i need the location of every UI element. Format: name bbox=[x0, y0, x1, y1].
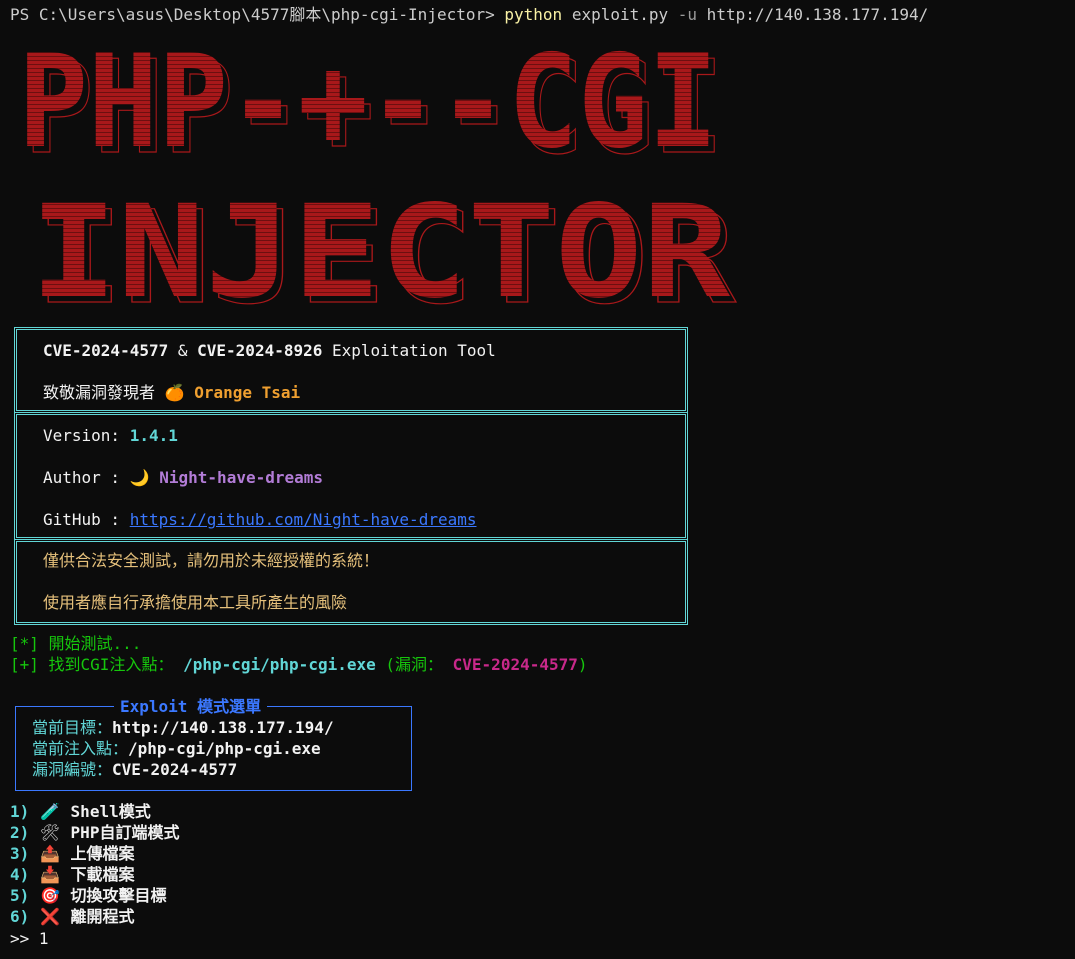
status-start: [*] 開始測試... bbox=[10, 634, 142, 653]
input-value[interactable]: 1 bbox=[39, 929, 49, 948]
shell-prompt: PS C:\Users\asus\Desktop\4577腳本\php-cgi-… bbox=[10, 5, 505, 24]
tools-icon: 🛠 bbox=[39, 823, 61, 842]
inbox-icon: 📥 bbox=[39, 865, 60, 884]
menu-option-download[interactable]: 4) 📥 下載檔案 bbox=[10, 864, 135, 885]
banner-logo: PHP-+--CGI PHP-+--CGI INJECTOR INJECTOR bbox=[18, 40, 738, 315]
command-line: PS C:\Users\asus\Desktop\4577腳本\php-cgi-… bbox=[10, 4, 928, 25]
menu-option-php-custom[interactable]: 2) 🛠 PHP自訂端模式 bbox=[10, 822, 179, 843]
command-flag: -u bbox=[677, 5, 698, 24]
found-path: /php-cgi/php-cgi.exe bbox=[173, 655, 386, 674]
moon-icon: 🌙 bbox=[129, 468, 150, 487]
banner-line1: PHP-+--CGI bbox=[18, 40, 718, 177]
target-icon: 🎯 bbox=[39, 886, 60, 905]
outbox-icon: 📤 bbox=[39, 844, 60, 863]
menu-title: Exploit 模式選單 bbox=[114, 696, 268, 717]
github-line: GitHub : https://github.com/Night-have-d… bbox=[43, 510, 477, 529]
tribute-name: Orange Tsai bbox=[184, 383, 301, 402]
menu-option-switch-target[interactable]: 5) 🎯 切換攻擊目標 bbox=[10, 885, 167, 906]
exploit-menu-panel: Exploit 模式選單 當前目標：http://140.138.177.194… bbox=[15, 696, 412, 791]
menu-option-exit[interactable]: 6) ❌ 離開程式 bbox=[10, 906, 135, 927]
warning-line-2: 使用者應自行承擔使用本工具所產生的風險 bbox=[43, 593, 348, 612]
menu-option-shell[interactable]: 1) 🧪 Shell模式 bbox=[10, 801, 151, 822]
warning-line-1: 僅供合法安全測試，請勿用於未經授權的系統！ bbox=[43, 551, 380, 570]
found-vuln-id: CVE-2024-4577 bbox=[443, 655, 578, 674]
test-tube-icon: 🧪 bbox=[39, 802, 60, 821]
info-box-meta-section: Version: 1.4.1 Author : 🌙 Night-have-dre… bbox=[14, 412, 688, 540]
input-line[interactable]: >> 1 bbox=[10, 928, 49, 949]
menu-vuln-id: 漏洞編號：CVE-2024-4577 bbox=[32, 760, 238, 779]
info-box-warning-section: 僅供合法安全測試，請勿用於未經授權的系統！ 使用者應自行承擔使用本工具所產生的風… bbox=[14, 539, 688, 625]
command-args: exploit.py bbox=[562, 5, 678, 24]
cross-icon: ❌ bbox=[39, 907, 60, 926]
menu-inject-point: 當前注入點：/php-cgi/php-cgi.exe bbox=[32, 739, 321, 758]
info-box-title-section: CVE-2024-4577 & CVE-2024-8926 Exploitati… bbox=[14, 327, 688, 413]
tribute-line: 致敬漏洞發現者 🍊 Orange Tsai bbox=[43, 383, 301, 402]
status-found: [+] 找到CGI注入點： /php-cgi/php-cgi.exe (漏洞： … bbox=[10, 655, 588, 674]
command-name: python bbox=[504, 5, 563, 24]
github-link[interactable]: https://github.com/Night-have-dreams bbox=[130, 510, 477, 529]
command-url: http://140.138.177.194/ bbox=[697, 5, 929, 24]
author-line: Author : 🌙 Night-have-dreams bbox=[43, 468, 324, 487]
tool-title: CVE-2024-4577 & CVE-2024-8926 Exploitati… bbox=[43, 341, 496, 360]
input-prompt: >> bbox=[10, 929, 39, 948]
version-line: Version: 1.4.1 bbox=[43, 426, 178, 445]
version-value: 1.4.1 bbox=[129, 426, 178, 445]
menu-option-upload[interactable]: 3) 📤 上傳檔案 bbox=[10, 843, 135, 864]
menu-target: 當前目標：http://140.138.177.194/ bbox=[32, 718, 334, 737]
banner-line2: INJECTOR bbox=[30, 178, 731, 315]
author-value: Night-have-dreams bbox=[149, 468, 324, 487]
orange-icon: 🍊 bbox=[164, 383, 185, 402]
